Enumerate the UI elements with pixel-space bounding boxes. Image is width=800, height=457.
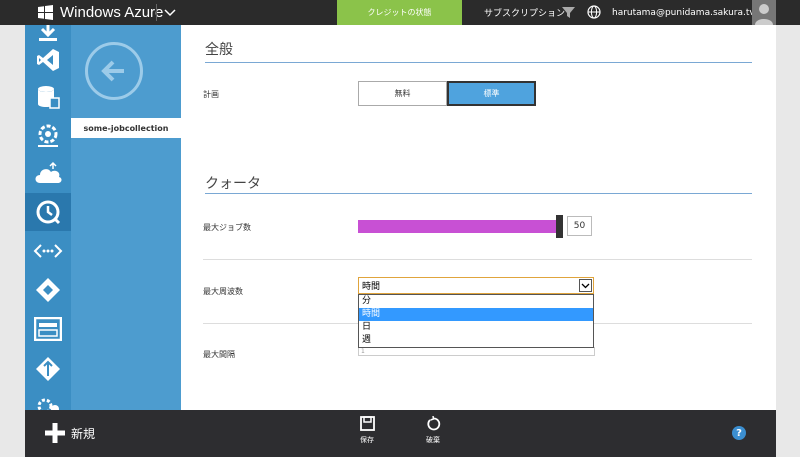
save-button-label: 保存	[360, 436, 374, 444]
plan-label: 計画	[203, 90, 219, 99]
undo-icon	[426, 416, 440, 431]
frequency-dropdown-list: 分 時間 日 週	[358, 294, 594, 348]
section-rule-quota	[205, 193, 752, 194]
chevron-down-icon[interactable]	[579, 279, 592, 292]
nav-item-automation[interactable]	[25, 350, 71, 388]
brand-title: Windows Azure	[60, 4, 164, 21]
database-icon	[38, 86, 60, 109]
max-jobs-value-box[interactable]: 50	[567, 216, 592, 236]
back-arrow-icon	[101, 60, 124, 82]
avatar[interactable]	[752, 0, 776, 25]
api-arrows-icon	[33, 244, 63, 258]
max-interval-label: 最大間隔	[203, 350, 235, 359]
save-button[interactable]: 保存	[347, 416, 387, 445]
cloud-icon	[35, 161, 62, 183]
chevron-down-icon[interactable]	[162, 4, 178, 20]
globe-icon[interactable]	[587, 5, 601, 19]
scheduler-clock-icon	[36, 200, 61, 225]
frequency-option-day[interactable]: 日	[359, 321, 593, 334]
sub-nav: some-jobcollection	[71, 25, 181, 410]
frequency-option-week[interactable]: 週	[359, 334, 593, 347]
section-title-quota: クォータ	[205, 176, 261, 192]
biztalk-icon	[36, 278, 60, 302]
plus-icon	[45, 423, 65, 443]
nav-item-hdinsight[interactable]	[25, 116, 71, 154]
frequency-option-minute[interactable]: 分	[359, 295, 593, 308]
nav-item-settings[interactable]	[25, 387, 71, 410]
help-button[interactable]: ?	[732, 426, 746, 440]
subscriptions-button[interactable]: サブスクリプション	[484, 0, 565, 25]
routing-diamond-icon	[36, 357, 60, 381]
command-bar: 新規 保存 破棄 ?	[25, 410, 776, 457]
max-jobs-slider-track[interactable]	[358, 220, 556, 233]
brand[interactable]: Windows Azure	[38, 0, 163, 25]
new-button-label: 新規	[71, 426, 96, 441]
nav-item-cloud-services[interactable]	[25, 155, 71, 193]
max-jobs-label: 最大ジョブ数	[203, 223, 251, 232]
user-email[interactable]: harutama@punidama.sakura.tv	[612, 0, 755, 25]
plan-option-standard[interactable]: 標準	[447, 81, 536, 106]
nav-item-visual-studio[interactable]	[25, 41, 71, 79]
frequency-select-value: 時間	[362, 282, 381, 292]
nav-item-storage[interactable]	[25, 78, 71, 116]
visual-studio-icon	[37, 49, 59, 71]
main-panel: 全般 計画 無料 標準 クォータ 最大ジョブ数 50 最大周波数 最大間隔 1 …	[181, 25, 776, 410]
nav-item-traffic-manager[interactable]	[25, 310, 71, 348]
nav-item-biztalk[interactable]	[25, 271, 71, 309]
frequency-select[interactable]: 時間	[358, 277, 594, 294]
max-interval-input[interactable]: 1	[358, 347, 595, 356]
section-title-general: 全般	[205, 42, 233, 58]
windows-logo-icon	[38, 5, 53, 20]
credit-status-button[interactable]: クレジットの状態	[337, 0, 462, 25]
back-button[interactable]	[85, 42, 143, 100]
section-rule-general	[205, 62, 752, 63]
left-nav	[25, 25, 71, 410]
filter-icon[interactable]	[562, 6, 575, 19]
save-disk-icon	[359, 416, 375, 431]
divider	[203, 259, 752, 260]
discard-button-label: 破棄	[426, 436, 440, 444]
grid-panel-icon	[34, 317, 62, 341]
frequency-option-hour[interactable]: 時間	[359, 308, 593, 321]
nav-item-scheduler[interactable]	[25, 193, 71, 231]
top-bar: Windows Azure クレジットの状態 サブスクリプション harutam…	[0, 0, 800, 25]
plan-option-free[interactable]: 無料	[358, 81, 447, 106]
brand-divider	[156, 4, 157, 21]
cloud-gear-icon	[38, 124, 58, 147]
discard-button[interactable]: 破棄	[413, 416, 453, 445]
user-silhouette-icon	[755, 4, 773, 25]
max-jobs-slider-handle[interactable]	[556, 215, 563, 238]
new-button[interactable]: 新規	[45, 423, 95, 443]
nav-item-api-management[interactable]	[25, 232, 71, 270]
job-collection-item[interactable]: some-jobcollection	[71, 118, 181, 138]
gear-icon	[37, 398, 59, 410]
max-frequency-label: 最大周波数	[203, 287, 243, 296]
